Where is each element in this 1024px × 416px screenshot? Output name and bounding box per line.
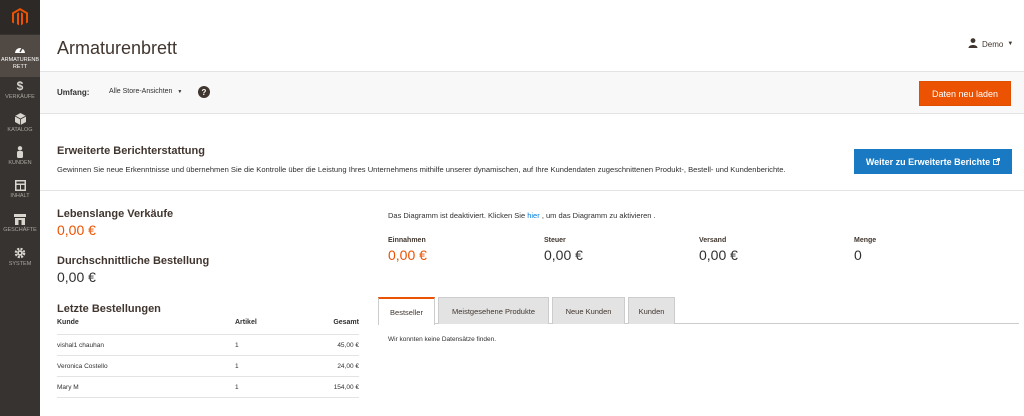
chevron-down-icon: ▼ [177,88,183,95]
total-shipping: Versand 0,00 € [699,237,738,263]
total-quantity: Menge 0 [854,237,876,263]
dashboard-icon [14,43,26,55]
column-header-items: Artikel [235,319,257,326]
cell-items: 1 [235,383,239,391]
lifetime-sales-title: Lebenslange Verkäufe [57,208,174,220]
last-orders-title: Letzte Bestellungen [57,303,161,315]
table-row[interactable]: vishal1 chauhan 1 45,00 € [57,335,359,356]
user-name: Demo [982,39,1004,49]
column-header-total: Gesamt [333,319,359,326]
gear-icon [14,247,26,259]
magento-logo-icon [12,7,28,26]
sidebar-item-dashboard[interactable]: ARMATURENBRETT [0,35,40,77]
tab-customers[interactable]: Kunden [628,297,675,324]
table-header: Kunde Artikel Gesamt [57,319,359,335]
sidebar-item-content[interactable]: INHALT [0,179,40,211]
total-label: Versand [699,237,727,244]
page-title: Armaturenbrett [57,38,178,58]
sidebar-item-label: ARMATURENBRETT [0,57,40,70]
total-label: Steuer [544,237,566,244]
diagram-disabled-message: Das Diagramm ist deaktiviert. Klicken Si… [388,211,656,220]
section-divider [40,190,1024,191]
magento-logo[interactable] [0,0,40,34]
help-icon[interactable]: ? [198,86,210,98]
cell-total: 24,00 € [337,362,359,370]
sidebar-item-label: KATALOG [7,127,33,133]
no-records-message: Wir konnten keine Datensätze finden. [388,336,497,343]
total-value: 0,00 € [699,247,738,263]
table-row[interactable]: Mary M 1 154,00 € [57,377,359,398]
total-value: 0,00 € [544,247,583,263]
lifetime-sales-value: 0,00 € [57,222,96,238]
table-row[interactable]: Veronica Costello 1 24,00 € [57,356,359,377]
dashboard-tabs: Bestseller Meistgesehene Produkte Neue K… [378,297,1019,325]
average-order-title: Durchschnittliche Bestellung [57,255,210,267]
admin-sidebar: ARMATURENBRETT $ VERKÄUFE KATALOG KUNDEN… [0,0,40,416]
scope-label: Umfang: [57,88,90,97]
chevron-down-icon: ▼ [1007,41,1014,47]
tab-new-customers[interactable]: Neue Kunden [552,297,625,324]
cell-items: 1 [235,362,239,370]
dollar-icon: $ [16,79,24,93]
total-tax: Steuer 0,00 € [544,237,583,263]
total-label: Menge [854,237,877,244]
cube-icon [14,113,26,125]
user-menu[interactable]: Demo ▼ [968,38,1013,50]
sidebar-item-label: GESCHÄFTE [3,227,37,233]
enable-diagram-link[interactable]: hier [527,211,540,220]
diagram-msg-after: , um das Diagramm zu aktivieren . [539,211,656,220]
sidebar-item-sales[interactable]: $ VERKÄUFE [0,79,40,112]
total-value: 0,00 € [388,247,427,263]
sidebar-item-customers[interactable]: KUNDEN [0,146,40,178]
store-view-selected: Alle Store-Ansichten [109,88,173,95]
cell-total: 154,00 € [333,383,359,391]
sidebar-item-label: VERKÄUFE [5,94,35,100]
total-revenue: Einnahmen 0,00 € [388,237,427,263]
external-link-icon [993,157,1001,167]
advanced-reporting-button-label: Weiter zu Erweiterte Berichte [865,156,991,167]
layout-icon [14,179,26,191]
average-order-value: 0,00 € [57,269,96,285]
advanced-reporting-description: Gewinnen Sie neue Erkenntnisse und übern… [57,165,786,174]
go-to-advanced-reporting-button[interactable]: Weiter zu Erweiterte Berichte [854,149,1012,174]
last-orders-table: Kunde Artikel Gesamt vishal1 chauhan 1 4… [57,319,359,398]
cell-total: 45,00 € [337,341,359,349]
sidebar-item-system[interactable]: SYSTEM [0,247,40,279]
store-view-switcher[interactable]: Alle Store-Ansichten ▼ [109,88,182,95]
sidebar-item-catalog[interactable]: KATALOG [0,113,40,145]
cell-customer: Mary M [57,383,79,391]
sidebar-item-stores[interactable]: GESCHÄFTE [0,213,40,245]
sidebar-item-label: INHALT [10,193,30,199]
user-icon [968,38,978,50]
person-icon [14,146,26,158]
tab-bestsellers[interactable]: Bestseller [378,297,435,325]
sidebar-item-label: KUNDEN [8,160,32,166]
total-label: Einnahmen [388,237,426,244]
column-header-customer: Kunde [57,319,79,326]
total-value: 0 [854,247,862,263]
diagram-msg-before: Das Diagramm ist deaktiviert. Klicken Si… [388,211,528,220]
sidebar-item-label: SYSTEM [8,261,32,267]
cell-customer: Veronica Costello [57,362,108,370]
cell-items: 1 [235,341,239,349]
reload-data-button[interactable]: Daten neu laden [919,81,1011,106]
scope-bar: Umfang: Alle Store-Ansichten ▼ ? Daten n… [40,71,1024,114]
store-icon [14,213,26,225]
cell-customer: vishal1 chauhan [57,341,104,349]
tab-most-viewed-products[interactable]: Meistgesehene Produkte [438,297,549,324]
